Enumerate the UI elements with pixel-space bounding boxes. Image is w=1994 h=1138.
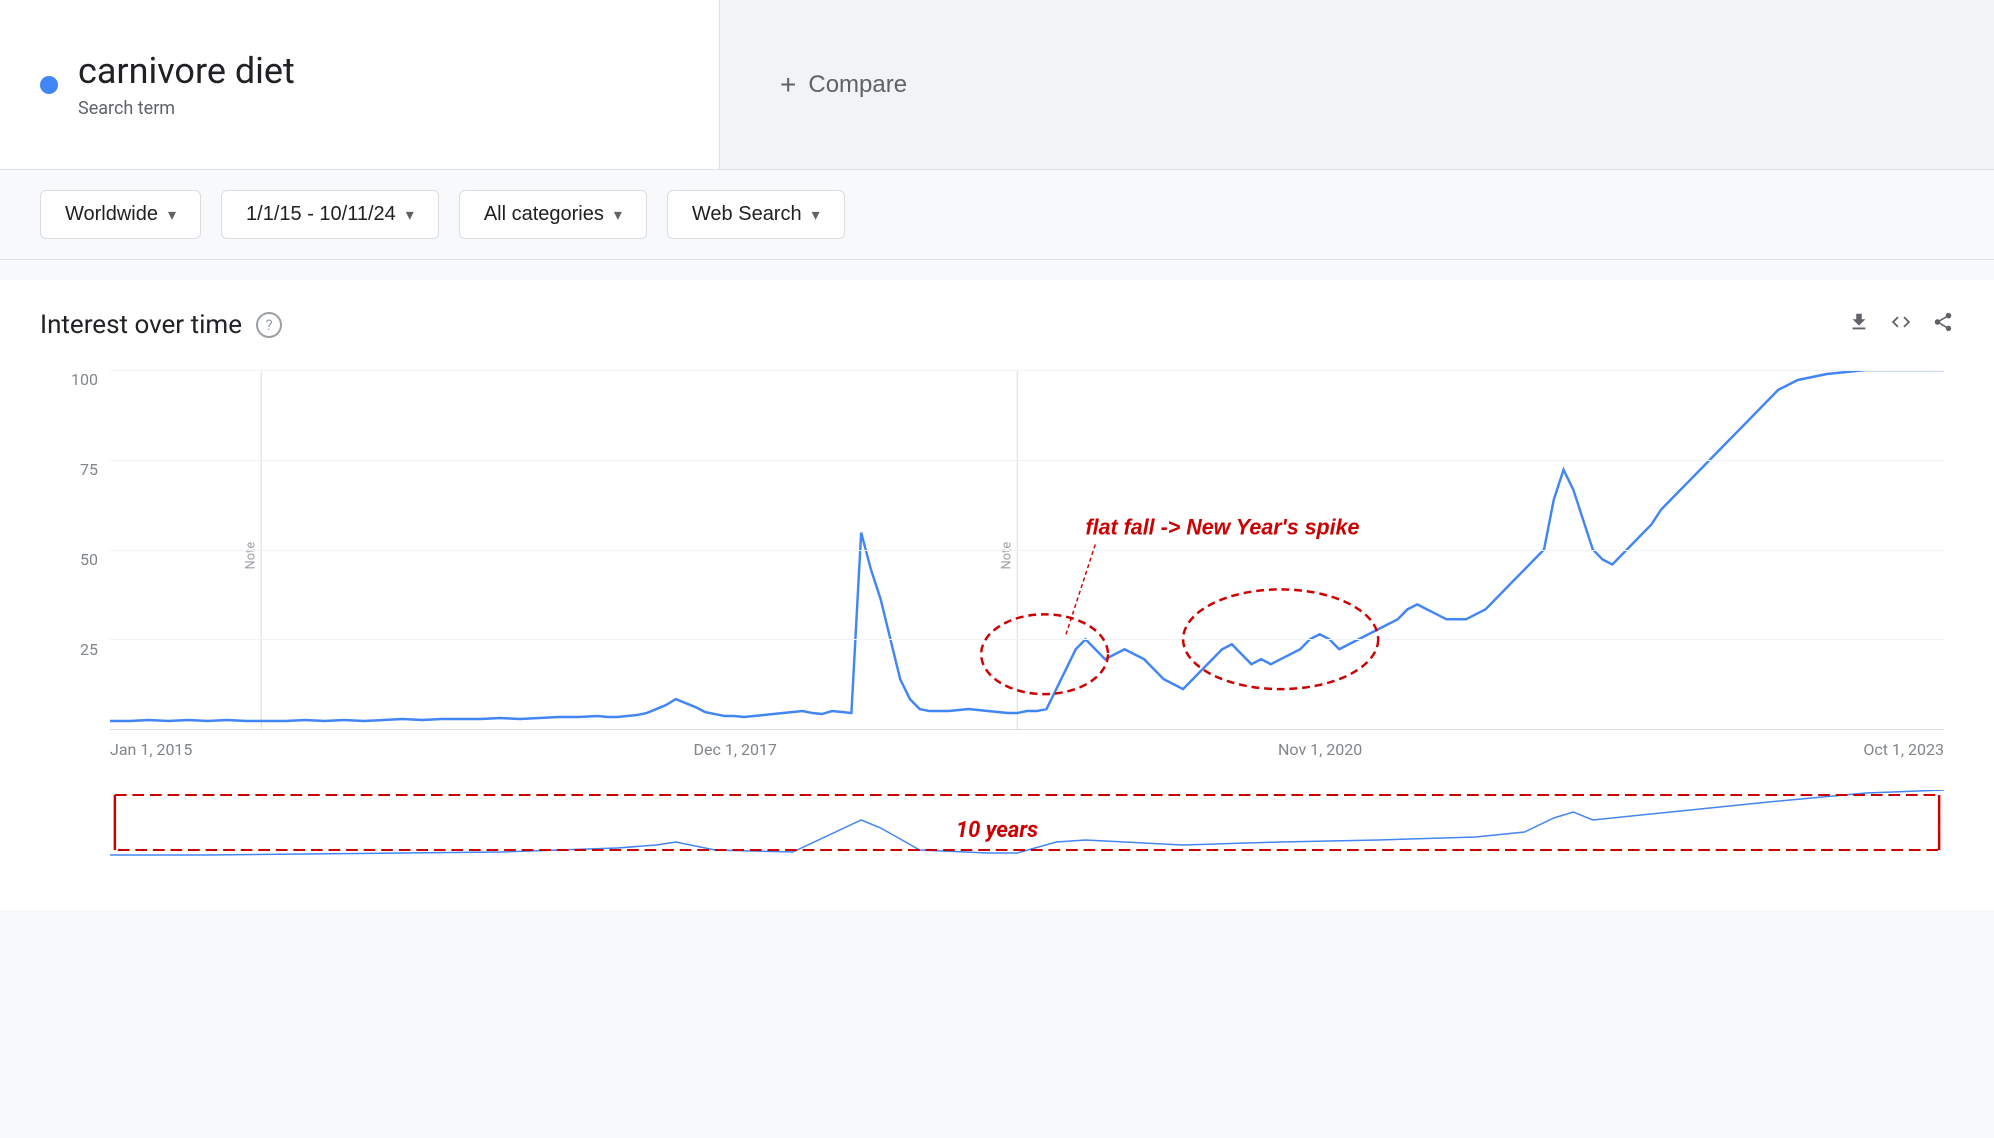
top-section: carnivore diet Search term + Compare: [0, 0, 1994, 170]
grid-line-50: [110, 550, 1944, 551]
y-label-25: 25: [80, 640, 98, 659]
y-axis: 100 75 50 25: [50, 370, 110, 730]
grid-line-25: [110, 639, 1944, 640]
chart-actions: [1848, 311, 1954, 339]
grid-line-100: [110, 370, 1944, 371]
svg-text:Note: Note: [1000, 542, 1015, 570]
compare-plus-icon: +: [780, 69, 796, 101]
search-term-text: carnivore diet Search term: [78, 50, 295, 118]
compare-box[interactable]: + Compare: [720, 0, 1994, 169]
category-label: All categories: [484, 203, 604, 226]
embed-button[interactable]: [1890, 311, 1912, 339]
date-label: 1/1/15 - 10/11/24: [246, 203, 396, 226]
help-icon[interactable]: ?: [256, 312, 282, 338]
search-term-dot: [40, 76, 58, 94]
search-type-label: Web Search: [692, 203, 802, 226]
search-type-arrow-icon: ▾: [812, 205, 820, 225]
chart-title-group: Interest over time ?: [40, 310, 282, 340]
compare-label: Compare: [808, 71, 907, 99]
x-axis: Jan 1, 2015 Dec 1, 2017 Nov 1, 2020 Oct …: [110, 730, 1944, 790]
x-label-2015: Jan 1, 2015: [110, 740, 192, 759]
location-arrow-icon: ▾: [168, 205, 176, 225]
compare-button[interactable]: + Compare: [780, 69, 907, 101]
filters-bar: Worldwide ▾ 1/1/15 - 10/11/24 ▾ All cate…: [0, 170, 1994, 260]
date-arrow-icon: ▾: [406, 205, 414, 225]
svg-text:Note: Note: [244, 542, 259, 570]
search-term-title: carnivore diet: [78, 50, 295, 93]
grid-line-75: [110, 460, 1944, 461]
y-label-100: 100: [71, 370, 98, 389]
chart-section: Interest over time ? 100 75 50 25: [0, 280, 1994, 910]
y-label-50: 50: [80, 550, 98, 569]
ten-years-label: 10 years: [956, 818, 1038, 843]
search-term-box: carnivore diet Search term: [0, 0, 720, 169]
x-label-2020: Nov 1, 2020: [1278, 740, 1362, 759]
location-label: Worldwide: [65, 203, 158, 226]
y-label-75: 75: [80, 460, 98, 479]
category-filter[interactable]: All categories ▾: [459, 190, 647, 239]
date-filter[interactable]: 1/1/15 - 10/11/24 ▾: [221, 190, 439, 239]
x-label-2023: Oct 1, 2023: [1863, 740, 1944, 759]
chart-header: Interest over time ?: [40, 310, 1954, 340]
chart-area: Note Note flat fall -> New Year's spike: [110, 370, 1944, 730]
chart-title-text: Interest over time: [40, 310, 242, 340]
chart-container: 100 75 50 25 Note Note: [50, 370, 1944, 790]
share-button[interactable]: [1932, 311, 1954, 339]
search-type-filter[interactable]: Web Search ▾: [667, 190, 845, 239]
minimap-section[interactable]: 10 years: [50, 790, 1944, 870]
search-term-type: Search term: [78, 98, 295, 119]
download-button[interactable]: [1848, 311, 1870, 339]
x-label-2017: Dec 1, 2017: [694, 740, 777, 759]
location-filter[interactable]: Worldwide ▾: [40, 190, 201, 239]
category-arrow-icon: ▾: [614, 205, 622, 225]
